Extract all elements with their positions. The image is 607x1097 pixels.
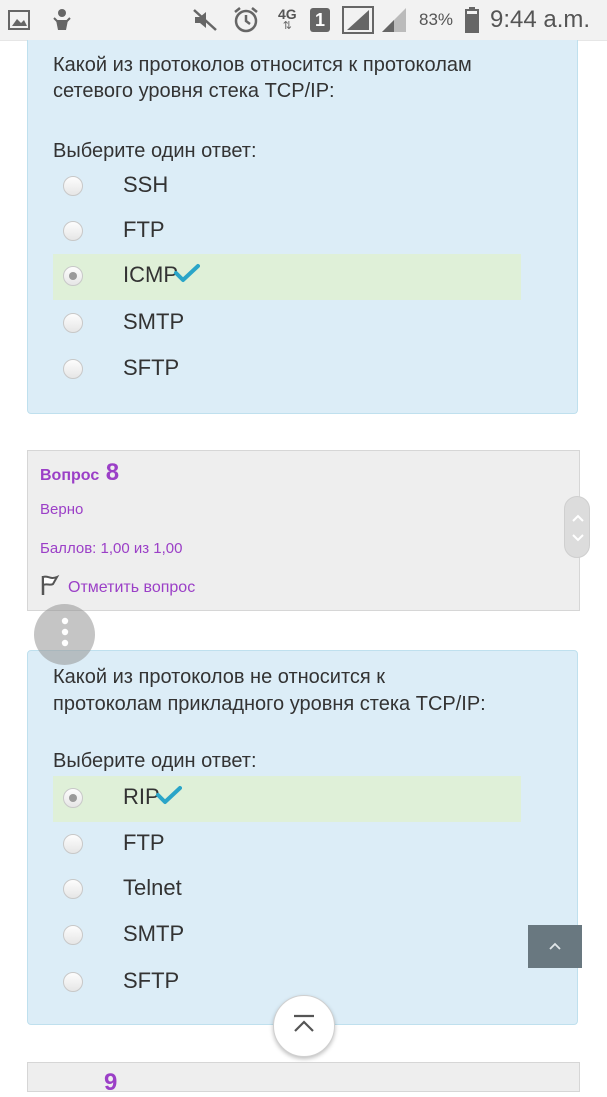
scroll-up-button[interactable] xyxy=(273,995,335,1057)
question-8-content: Какой из протоколов не относится к прото… xyxy=(27,650,578,1025)
network-4g-icon: 4G ⇅ xyxy=(278,6,297,32)
answer-label: SFTP xyxy=(123,355,180,380)
flag-icon xyxy=(40,574,68,601)
flag-question-label: Отметить вопрос xyxy=(68,578,196,596)
answer-label: FTP xyxy=(123,217,165,242)
answer-label: RIP xyxy=(123,784,160,809)
answer-label-wrap: ICMP xyxy=(123,262,200,289)
clock: 9:44 a.m. xyxy=(490,0,590,40)
answer-label: SMTP xyxy=(123,921,185,946)
answer-label: SSH xyxy=(123,172,169,197)
answer-label: SMTP xyxy=(123,309,185,334)
status-bar: 4G ⇅ 1 83% 9:44 a.m. xyxy=(0,0,607,41)
battery-percent: 83% xyxy=(419,10,454,29)
question-number-value: 8 xyxy=(105,459,120,486)
radio-button[interactable] xyxy=(63,925,83,945)
flag-question-link[interactable]: Отметить вопрос xyxy=(40,574,195,601)
question-9-info: 9 xyxy=(27,1062,580,1096)
answer-label: SFTP xyxy=(123,968,180,993)
answer-label-wrap: RIP xyxy=(123,784,182,811)
question-7-content: Какой из протоколов относится к протокол… xyxy=(27,40,578,414)
network-label: 4G xyxy=(278,6,297,22)
question-label: Вопрос xyxy=(40,467,100,484)
answer-label: Telnet xyxy=(123,875,182,900)
radio-button-checked[interactable] xyxy=(63,266,83,286)
battery-icon xyxy=(465,0,479,40)
radio-button[interactable] xyxy=(63,221,83,241)
battery-readout: 83% xyxy=(419,0,453,40)
radio-button-checked[interactable] xyxy=(63,788,83,808)
signal-icon xyxy=(342,0,374,40)
mute-icon xyxy=(192,0,218,40)
scroll-handle[interactable] xyxy=(564,496,590,558)
radio-button[interactable] xyxy=(63,834,83,854)
image-icon xyxy=(8,0,30,40)
radio-button[interactable] xyxy=(63,176,83,196)
question-7-prompt-line2: сетевого уровня стека TCP/IP: xyxy=(53,80,335,102)
radio-button[interactable] xyxy=(63,359,83,379)
answer-option[interactable]: SSH xyxy=(53,164,521,210)
answer-option[interactable]: FTP xyxy=(53,209,521,255)
signal-icon xyxy=(380,0,408,40)
question-number-value: 9 xyxy=(104,1069,118,1096)
radio-button[interactable] xyxy=(63,972,83,992)
sim-badge-icon: 1 xyxy=(310,0,330,40)
question-8-prompt-line2: протоколам прикладного уровня стека TCP/… xyxy=(53,693,486,715)
question-8-info: Вопрос 8 Верно Баллов: 1,00 из 1,00 Отме… xyxy=(27,450,580,611)
alarm-icon xyxy=(232,0,260,40)
radio-button[interactable] xyxy=(63,879,83,899)
answer-label: ICMP xyxy=(123,262,178,287)
question-7-prompt-line1: Какой из протоколов относится к протокол… xyxy=(53,54,472,76)
answer-option-correct[interactable]: ICMP xyxy=(53,254,521,300)
check-icon xyxy=(155,785,182,811)
double-up-icon xyxy=(291,1013,317,1040)
scroll-to-top-button[interactable] xyxy=(528,925,582,968)
chevron-up-icon xyxy=(548,938,562,956)
answer-option-correct[interactable]: RIP xyxy=(53,776,521,822)
clock-time: 9:44 a.m. xyxy=(490,6,591,33)
answer-option[interactable]: Telnet xyxy=(53,867,521,913)
question-8-prompt-line1: Какой из протоколов не относится к xyxy=(53,666,386,688)
question-grade: Баллов: 1,00 из 1,00 xyxy=(40,540,183,557)
more-vertical-icon xyxy=(61,617,69,652)
question-8-choose-label: Выберите один ответ: xyxy=(53,750,257,772)
sim-badge: 1 xyxy=(310,8,330,32)
answer-option[interactable]: SMTP xyxy=(53,301,521,347)
more-menu-button[interactable] xyxy=(34,604,95,665)
check-icon xyxy=(174,263,200,289)
radio-button[interactable] xyxy=(63,313,83,333)
answer-option[interactable]: FTP xyxy=(53,822,521,868)
answer-option[interactable]: SMTP xyxy=(53,913,521,959)
question-state: Верно xyxy=(40,501,84,518)
robot-icon xyxy=(52,0,72,40)
answer-label: FTP xyxy=(123,830,165,855)
answer-option[interactable]: SFTP xyxy=(53,347,521,393)
question-number: Вопрос 8 xyxy=(40,459,119,487)
question-7-choose-label: Выберите один ответ: xyxy=(53,140,257,162)
